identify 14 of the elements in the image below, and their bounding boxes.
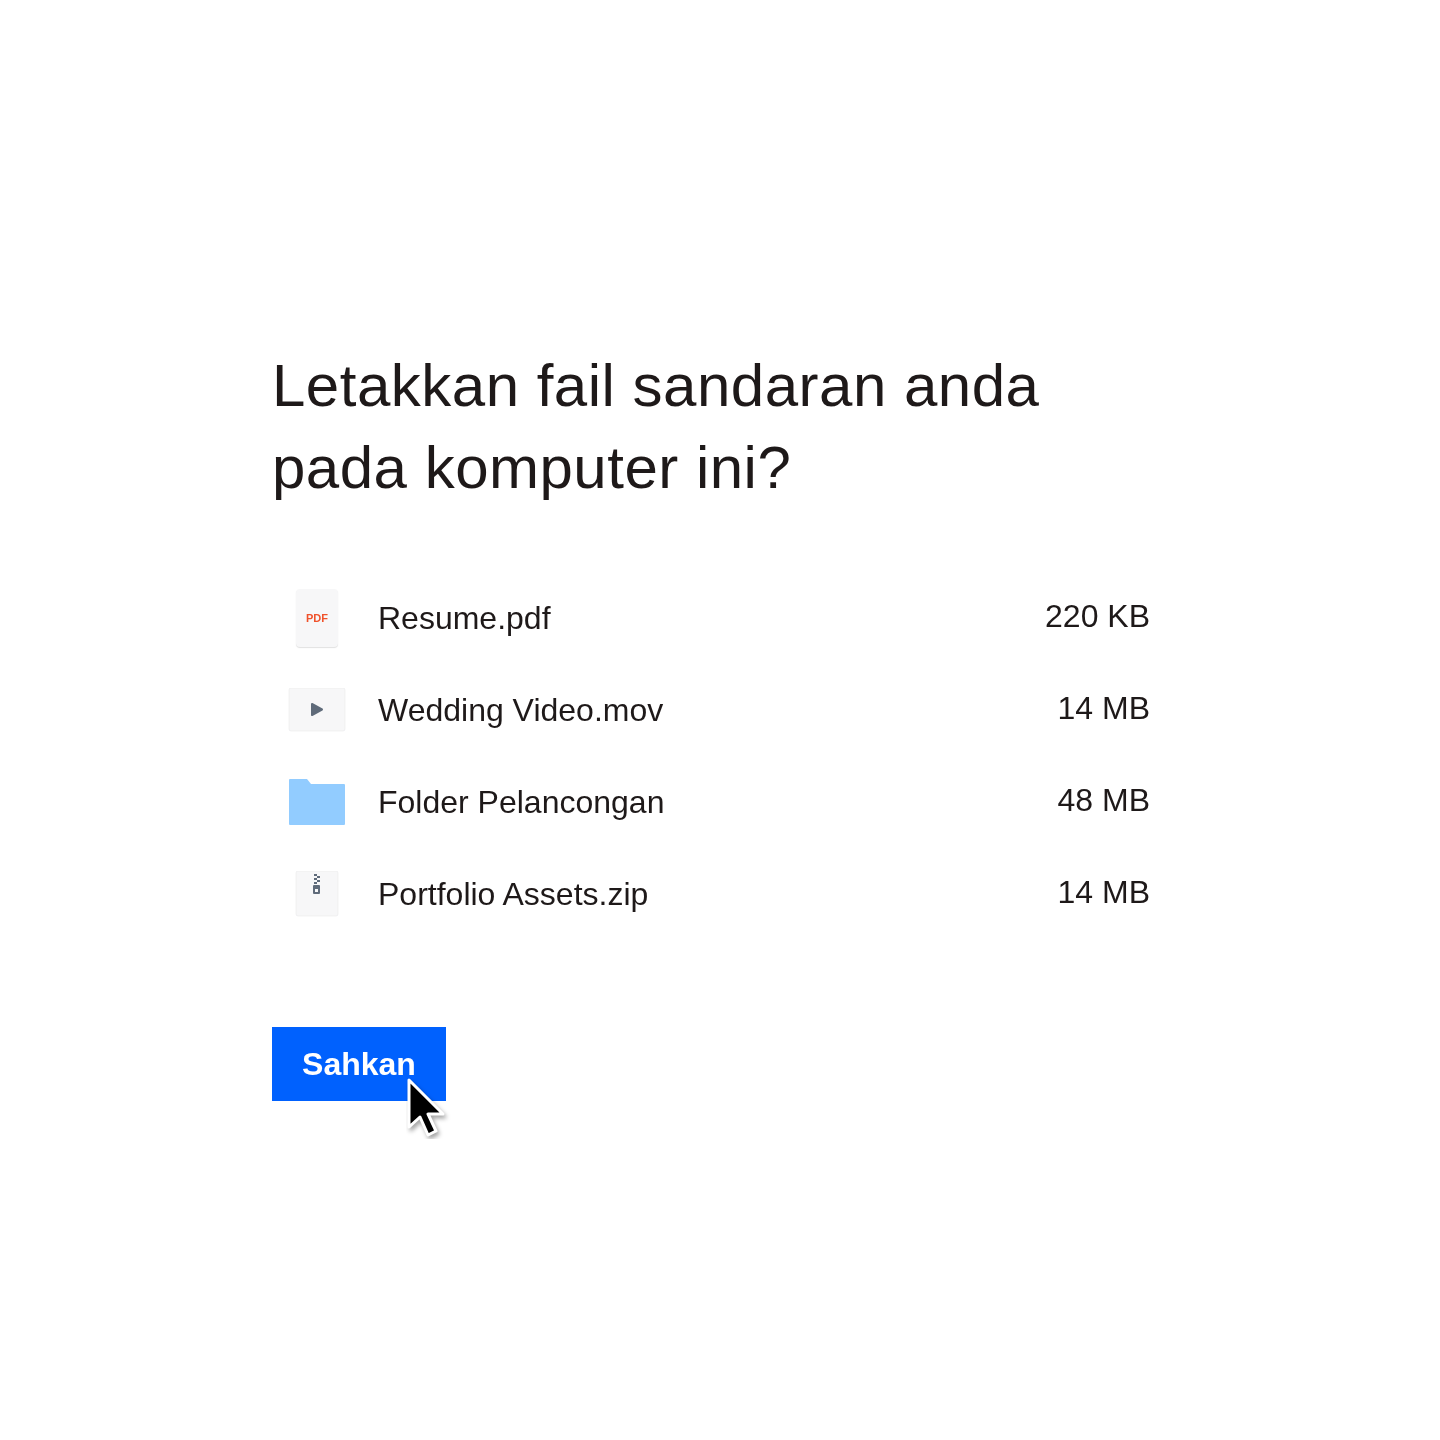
video-file-icon [288,688,346,732]
folder-icon [288,778,346,826]
file-size: 220 KB [1045,597,1150,636]
confirm-button[interactable]: Sahkan [272,1027,446,1101]
heading: Letakkan fail sandaran anda pada komputer ini? [272,351,1041,503]
pdf-icon: PDF [296,589,338,647]
file-size: 14 MB [1057,873,1150,912]
file-size: 14 MB [1057,689,1150,728]
file-name: Resume.pdf [378,599,552,638]
file-name: Folder Pelancongan [378,783,666,822]
file-name: Portfolio Assets.zip [378,875,650,914]
zip-file-icon [295,871,339,917]
file-name: Wedding Video.mov [378,691,665,730]
file-size: 48 MB [1057,781,1150,820]
